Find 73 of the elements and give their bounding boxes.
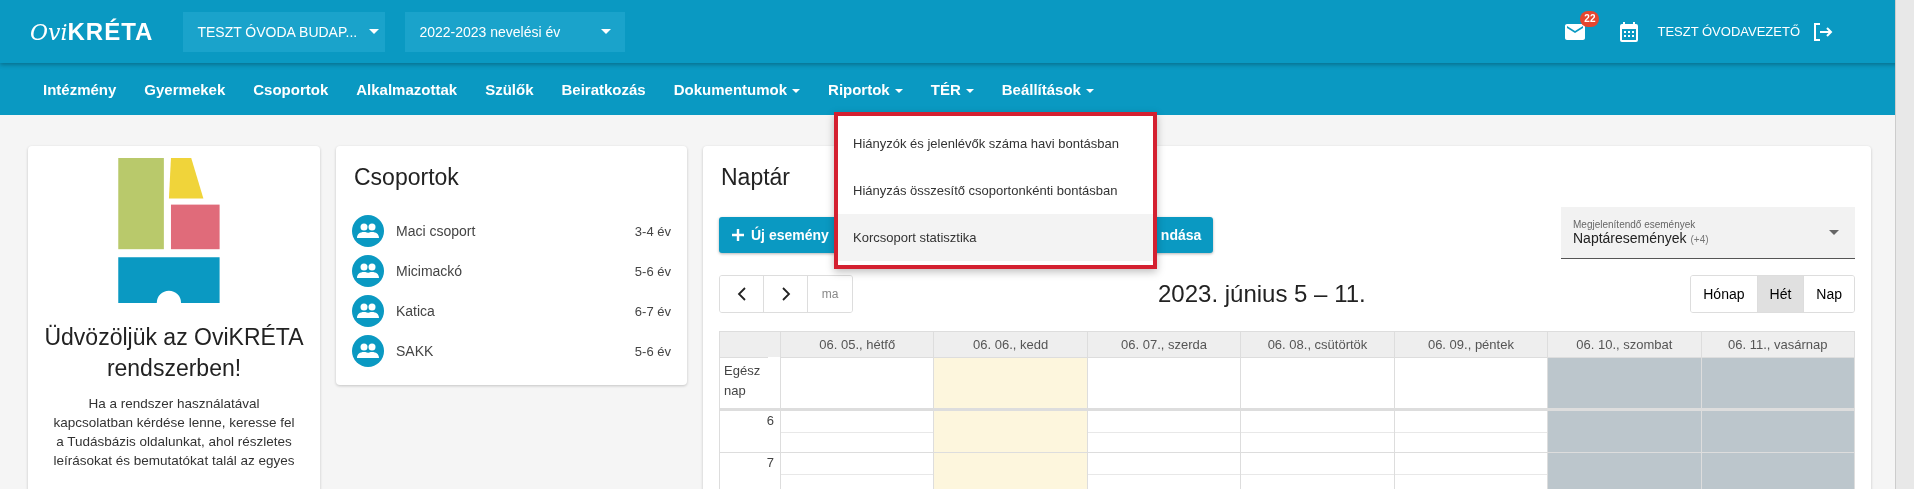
day-header: 06. 05., hétfő xyxy=(780,332,934,357)
day-header: 06. 09., péntek xyxy=(1393,332,1548,357)
calendar-cell[interactable] xyxy=(1393,408,1548,452)
nav-menu-item[interactable]: Intézmény xyxy=(30,69,130,109)
calendar-cell[interactable] xyxy=(1700,452,1854,489)
calendar-cell[interactable] xyxy=(1393,452,1548,489)
calendar-cell[interactable] xyxy=(780,408,934,452)
header-corner-cell xyxy=(720,332,780,357)
plus-icon xyxy=(731,228,745,242)
date-range-title: 2023. június 5 – 11. xyxy=(1158,280,1367,308)
nav-menu-item[interactable]: TÉR xyxy=(917,69,987,109)
menu-item[interactable]: Hiányzás összesítő csoportonkénti bontásban xyxy=(838,167,1153,214)
calendar-cell[interactable] xyxy=(1086,452,1241,489)
group-name[interactable]: Micimackó xyxy=(396,263,635,279)
nav-menu-item[interactable]: Riportok xyxy=(815,69,916,109)
group-name[interactable]: SAKK xyxy=(396,343,635,359)
calendar-cell[interactable] xyxy=(1700,357,1854,408)
chevron-left-icon xyxy=(736,287,747,301)
group-name[interactable]: Maci csoport xyxy=(396,223,635,239)
welcome-text: Ha a rendszer használatával kapcsolatban kérdése lenne, keresse fel a Tudásbázis oldalunkat, ahol részletes leírásokat és bemutatókat talál az egyes xyxy=(52,395,296,470)
day-header: 06. 06., kedd xyxy=(933,332,1087,357)
notification-badge: 22 xyxy=(1580,10,1600,27)
calendar-cell[interactable] xyxy=(1240,452,1394,489)
group-age: 6-7 év xyxy=(634,303,671,319)
calendar-cell[interactable] xyxy=(1547,408,1701,452)
nav-menu-item[interactable]: Beállítások xyxy=(988,69,1107,109)
calendar-cell[interactable] xyxy=(933,357,1087,408)
group-age: 5-6 év xyxy=(634,263,671,279)
chevron-right-icon xyxy=(780,287,791,301)
calendar-cell[interactable] xyxy=(1700,408,1854,452)
card-title: Csoportok xyxy=(354,164,460,191)
people-icon xyxy=(352,295,384,327)
day-header: 06. 10., szombat xyxy=(1547,332,1701,357)
user-name[interactable]: TESZT ÓVODAVEZETŐ xyxy=(1657,24,1800,39)
calendar-cell[interactable] xyxy=(1547,357,1701,408)
all-day-label: Egész nap xyxy=(720,357,768,408)
calendar-cell[interactable] xyxy=(933,408,1087,452)
group-name[interactable]: Katica xyxy=(396,303,635,319)
day-header: 06. 11., vasárnap xyxy=(1700,332,1854,357)
nav-menu-item[interactable]: Csoportok xyxy=(240,69,342,109)
view-tab[interactable]: Hónap xyxy=(1691,276,1758,312)
view-tab[interactable]: Hét xyxy=(1757,276,1805,312)
people-icon xyxy=(352,215,384,247)
nav-menu-item[interactable]: Beiratkozás xyxy=(548,69,659,109)
app-logo[interactable]: OviKRÉTA xyxy=(30,17,154,46)
calendar-cell[interactable] xyxy=(1547,452,1701,489)
calendar-cell[interactable] xyxy=(1393,357,1548,408)
people-icon xyxy=(352,335,384,367)
welcome-title: Üdvözöljük az OviKRÉTA rendszerben! xyxy=(43,323,305,383)
nav-menu-item[interactable]: Gyermekek xyxy=(131,69,239,109)
menu-item[interactable]: Hiányzók és jelenlévők száma havi bontásban xyxy=(838,120,1153,167)
institution-select[interactable]: TESZT ÓVODA BUDAP... xyxy=(183,11,386,52)
calendar-cell[interactable] xyxy=(1086,357,1241,408)
calendar-cell[interactable] xyxy=(780,452,934,489)
people-icon xyxy=(352,255,384,287)
previous-button[interactable] xyxy=(720,276,764,312)
card-title: Naptár xyxy=(721,164,791,191)
group-age: 5-6 év xyxy=(634,343,671,359)
calendar-cell[interactable] xyxy=(1240,408,1394,452)
calendar-cell[interactable] xyxy=(1240,357,1394,408)
year-select[interactable]: 2022-2023 nevelési év xyxy=(405,11,626,52)
menu-item[interactable]: Korcsoport statisztika xyxy=(838,214,1153,261)
day-header: 06. 08., csütörtök xyxy=(1240,332,1394,357)
calendar-cell[interactable] xyxy=(1086,408,1241,452)
calendar-cell[interactable] xyxy=(933,452,1087,489)
event-filter-select[interactable]: Megjelenítendő események Naptáresemények (+4) xyxy=(1561,207,1855,259)
scrollbar[interactable] xyxy=(1895,0,1914,489)
group-age: 3-4 év xyxy=(634,223,671,239)
day-header: 06. 07., szerda xyxy=(1086,332,1241,357)
nav-menu-item[interactable]: Alkalmazottak xyxy=(343,69,471,109)
nav-menu-item[interactable]: Szülők xyxy=(472,69,547,109)
calendar-cell[interactable] xyxy=(780,357,934,408)
nav-menu-item[interactable]: Dokumentumok xyxy=(660,69,814,109)
